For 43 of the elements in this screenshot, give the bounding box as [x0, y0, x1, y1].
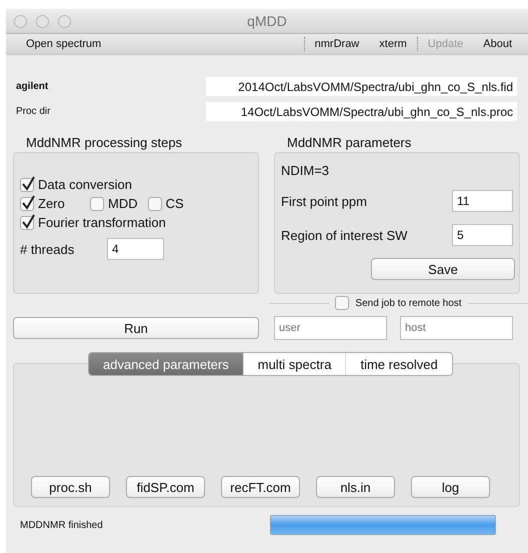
user-field[interactable]: user [274, 316, 387, 340]
run-button[interactable]: Run [13, 317, 259, 339]
zoom-icon[interactable] [58, 14, 71, 28]
close-icon[interactable] [14, 14, 27, 28]
checkbox[interactable]: Data conversion [20, 177, 132, 192]
tab[interactable]: time resolved [345, 353, 452, 375]
group-title: MddNMR parameters [286, 135, 412, 152]
toolbar-button[interactable]: nmrDraw [304, 38, 370, 50]
window-title: qMDD [247, 13, 287, 29]
file-button[interactable]: log [411, 476, 490, 498]
host-field[interactable]: host [400, 316, 513, 340]
path-field[interactable]: 14Oct/LabsVOMM/Spectra/ubi_ghn_co_S_nls.proc [206, 102, 517, 121]
checkbox[interactable]: Zero [20, 196, 65, 211]
remote-label: Send job to remote host [355, 298, 462, 308]
check-icon [22, 214, 35, 228]
toolbar-button[interactable]: Open spectrum [16, 38, 112, 50]
toolbar-button[interactable]: xterm [369, 38, 417, 50]
group-title: MddNMR processing steps [25, 135, 184, 152]
field-label: Region of interest SW [281, 228, 408, 242]
file-button[interactable]: nls.in [316, 476, 395, 498]
path-field[interactable]: 2014Oct/LabsVOMM/Spectra/ubi_ghn_co_S_nls.fid [206, 77, 517, 96]
input-field[interactable]: 11 [452, 190, 513, 212]
minimize-icon[interactable] [36, 14, 49, 28]
checkbox[interactable]: CS [148, 196, 184, 211]
field-label: # threads [20, 242, 76, 256]
file-button[interactable]: proc.sh [31, 476, 110, 498]
check-icon [22, 194, 35, 210]
check-icon [22, 176, 35, 190]
save-button[interactable]: Save [371, 258, 515, 280]
field-label: First point ppm [281, 194, 367, 208]
tab[interactable]: advanced parameters [89, 353, 243, 375]
path-label: agilent [15, 81, 50, 92]
file-button[interactable]: recFT.com [221, 476, 300, 498]
file-button[interactable]: fidSP.com [126, 476, 205, 498]
path-label: Proc dir [15, 106, 52, 117]
threads-field[interactable]: 4 [107, 238, 164, 260]
input-field[interactable]: 5 [452, 224, 513, 246]
status-message: MDDNMR finished [19, 520, 104, 530]
checkbox[interactable]: Fourier transformation [20, 215, 166, 230]
checkbox[interactable]: MDD [90, 196, 138, 211]
ndim-label: NDIM=3 [281, 163, 330, 178]
toolbar-button[interactable]: About [473, 38, 522, 50]
checkbox[interactable] [335, 296, 350, 310]
